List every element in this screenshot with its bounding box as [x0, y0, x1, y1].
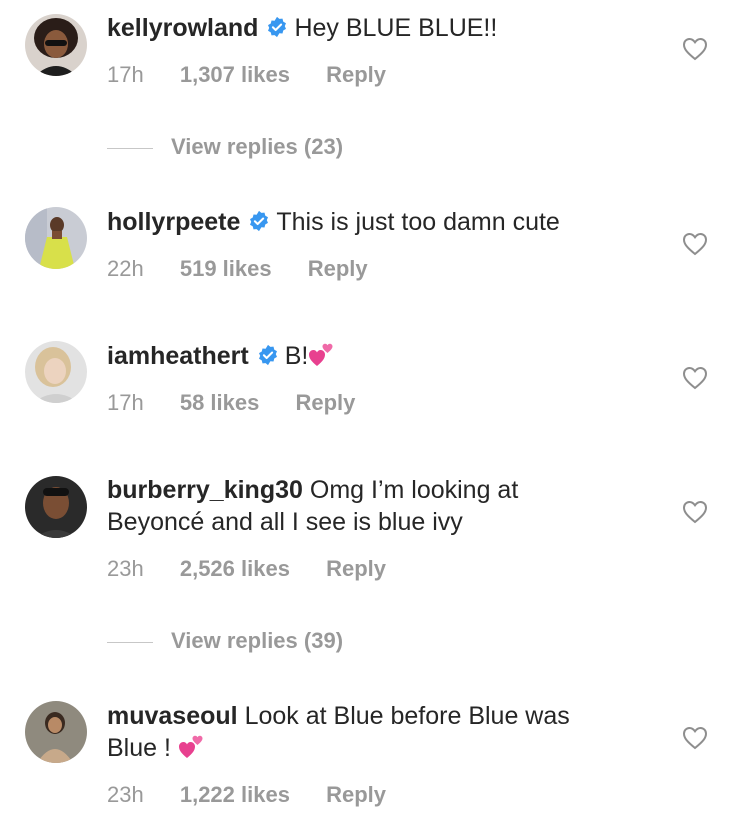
comment-text-line-2: Blue !: [107, 734, 171, 762]
username[interactable]: iamheathert: [107, 342, 249, 370]
comment-text-line-1: Look at Blue before Blue was: [244, 702, 570, 730]
comment-text: B!: [284, 342, 309, 370]
reply-button[interactable]: Reply: [326, 556, 386, 581]
avatar[interactable]: [25, 341, 87, 403]
view-replies-button[interactable]: View replies (39): [107, 628, 343, 654]
username[interactable]: burberry_king30: [107, 476, 303, 504]
likes-count[interactable]: 519 likes: [180, 256, 272, 281]
replies-divider: [107, 147, 153, 149]
username[interactable]: hollyrpeete: [107, 208, 240, 236]
comment-time: 23h: [107, 556, 144, 581]
replies-divider: [107, 641, 153, 643]
likes-count[interactable]: 1,307 likes: [180, 62, 290, 87]
like-heart-icon[interactable]: [682, 726, 708, 750]
username[interactable]: muvaseoul: [107, 702, 238, 730]
like-heart-icon[interactable]: [682, 366, 708, 390]
like-heart-icon[interactable]: [682, 232, 708, 256]
avatar[interactable]: [25, 14, 87, 76]
view-replies-label: View replies (39): [171, 628, 344, 653]
comment-text: Hey BLUE BLUE!!: [294, 14, 498, 42]
reply-button[interactable]: Reply: [326, 62, 386, 87]
verified-badge-icon: [268, 16, 287, 38]
comment-text: This is just too damn cute: [276, 208, 560, 236]
reply-button[interactable]: Reply: [295, 390, 355, 415]
reply-button[interactable]: Reply: [326, 782, 386, 807]
username[interactable]: kellyrowland: [107, 14, 258, 42]
like-heart-icon[interactable]: [682, 37, 708, 61]
comment-time: 23h: [107, 782, 144, 807]
avatar[interactable]: [25, 476, 87, 538]
reply-button[interactable]: Reply: [308, 256, 368, 281]
two-hearts-emoji-icon: [178, 735, 203, 758]
like-heart-icon[interactable]: [682, 500, 708, 524]
verified-badge-icon: [258, 344, 277, 366]
comment-time: 22h: [107, 256, 144, 281]
likes-count[interactable]: 2,526 likes: [180, 556, 290, 581]
avatar[interactable]: [25, 701, 87, 763]
likes-count[interactable]: 58 likes: [180, 390, 260, 415]
comment-text-line-1: Omg I’m looking at: [309, 476, 519, 504]
comment-time: 17h: [107, 62, 144, 87]
avatar[interactable]: [25, 207, 87, 269]
likes-count[interactable]: 1,222 likes: [180, 782, 290, 807]
view-replies-label: View replies (23): [171, 134, 344, 159]
view-replies-button[interactable]: View replies (23): [107, 134, 343, 160]
comment-text-line-2: Beyoncé and all I see is blue ivy: [107, 508, 463, 536]
verified-badge-icon: [250, 210, 269, 232]
two-hearts-emoji-icon: [309, 343, 333, 366]
comment-time: 17h: [107, 390, 144, 415]
